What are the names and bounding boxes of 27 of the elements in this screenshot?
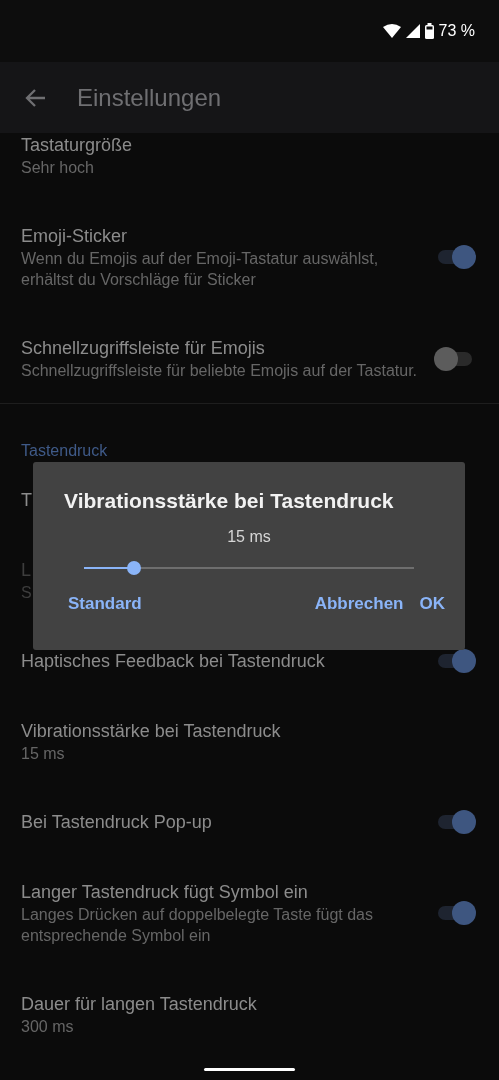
setting-title[interactable]: Bei Tastendruck Pop-up bbox=[21, 810, 212, 834]
setting-summary: Langes Drücken auf doppelbelegte Taste fügt das entsprechende Symbol ein bbox=[21, 905, 374, 946]
setting-title[interactable]: T bbox=[21, 488, 32, 512]
dialog-button[interactable]: OK bbox=[415, 588, 449, 620]
setting-summary: Sehr hoch bbox=[21, 158, 94, 178]
setting-title[interactable]: Schnellzugriffsleiste für Emojis bbox=[21, 336, 265, 360]
setting-summary: Schnellzugriffsleiste für beliebte Emojis auf der Tastatur. bbox=[21, 361, 418, 381]
dialog-button[interactable]: Abbrechen bbox=[310, 588, 408, 620]
wifi-icon bbox=[382, 24, 401, 38]
setting-summary: Wenn du Emojis auf der Emoji-Tastatur auswählst, erhältst du Vorschläge für Sticker bbox=[21, 249, 380, 290]
setting-title[interactable]: Dauer für langen Tastendruck bbox=[21, 992, 257, 1016]
setting-summary: 15 ms bbox=[21, 744, 65, 764]
dialog-title: Vibrationsstärke bei Tastendruck bbox=[64, 488, 395, 514]
setting-title[interactable]: Tastaturgröße bbox=[21, 133, 133, 157]
slider-value: 15 ms bbox=[227, 528, 271, 546]
screen-title: Einstellungen bbox=[77, 83, 222, 112]
setting-summary: 300 ms bbox=[21, 1017, 74, 1037]
battery-percentage: 73 % bbox=[438, 22, 475, 40]
setting-title[interactable]: Haptisches Feedback bei Tastendruck bbox=[21, 649, 325, 673]
setting-title[interactable]: Emoji-Sticker bbox=[21, 224, 127, 248]
slider-thumb[interactable] bbox=[126, 561, 141, 575]
dialog-button[interactable]: Standard bbox=[64, 588, 146, 620]
signal-icon bbox=[405, 24, 420, 38]
setting-title[interactable]: Langer Tastendruck fügt Symbol ein bbox=[21, 880, 308, 904]
battery-icon bbox=[424, 23, 434, 39]
section-header: Tastendruck bbox=[20, 441, 109, 461]
setting-title[interactable]: Vibrationsstärke bei Tastendruck bbox=[21, 719, 281, 743]
